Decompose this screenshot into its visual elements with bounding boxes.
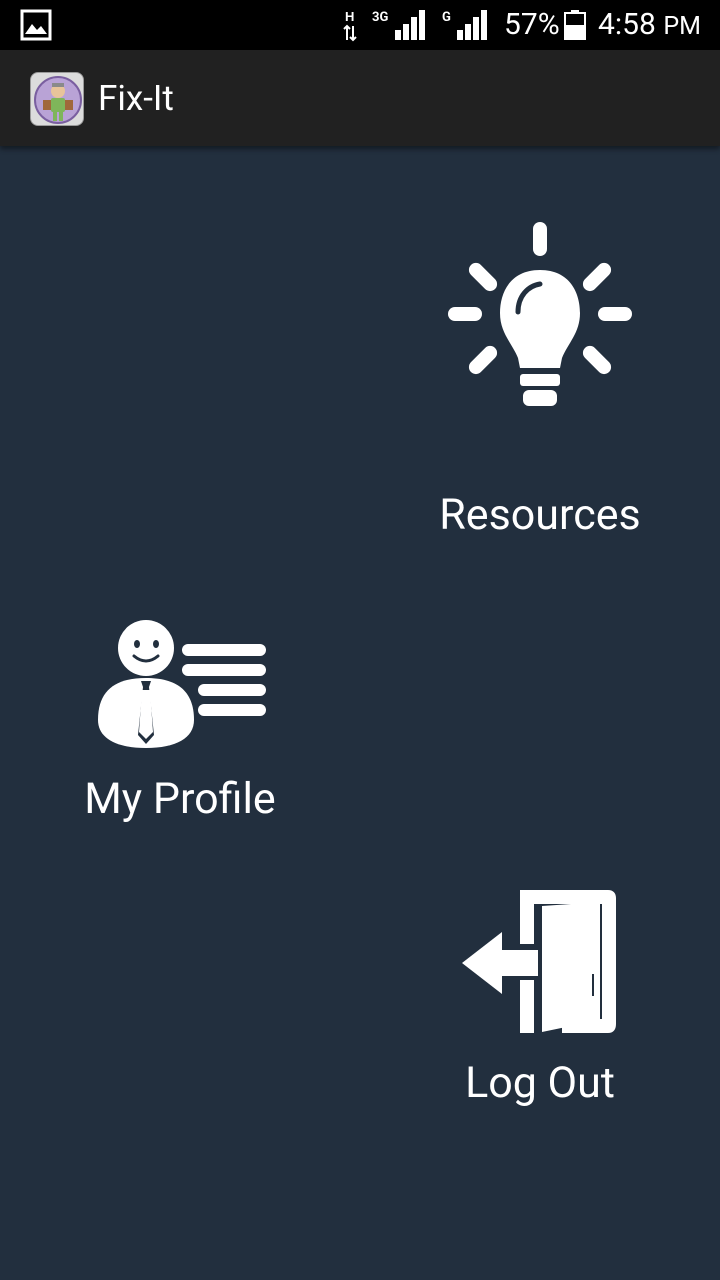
- network-type-label-2: G: [442, 10, 451, 25]
- log-out-button[interactable]: Log Out: [430, 880, 650, 1120]
- signal-strength-icon-2: [457, 10, 487, 40]
- battery-icon: [564, 10, 586, 40]
- app-logo-icon[interactable]: [30, 72, 84, 126]
- log-out-label: Log Out: [465, 1058, 615, 1108]
- status-clock: 4:58 PM: [598, 8, 701, 44]
- resources-button[interactable]: Resources: [410, 200, 670, 560]
- hspa-data-icon: H: [343, 9, 357, 42]
- signal-strength-icon: [395, 10, 425, 40]
- action-bar: Fix-It: [0, 50, 720, 146]
- lightbulb-icon: [448, 222, 632, 406]
- app-title: Fix-It: [98, 78, 174, 119]
- my-profile-button[interactable]: My Profile: [60, 610, 300, 850]
- network-type-label: 3G: [372, 10, 389, 25]
- profile-card-icon: [98, 620, 266, 748]
- clock-suffix: PM: [663, 12, 701, 41]
- status-bar: H 3G G 57% 4:58 PM: [0, 0, 720, 50]
- my-profile-label: My Profile: [84, 774, 276, 824]
- resources-label: Resources: [439, 490, 641, 540]
- gallery-notification-icon: [20, 9, 52, 41]
- exit-door-icon: [462, 890, 616, 1033]
- svg-text:H: H: [345, 9, 354, 24]
- battery-percent: 57%: [504, 7, 560, 42]
- clock-time: 4:58: [598, 7, 656, 42]
